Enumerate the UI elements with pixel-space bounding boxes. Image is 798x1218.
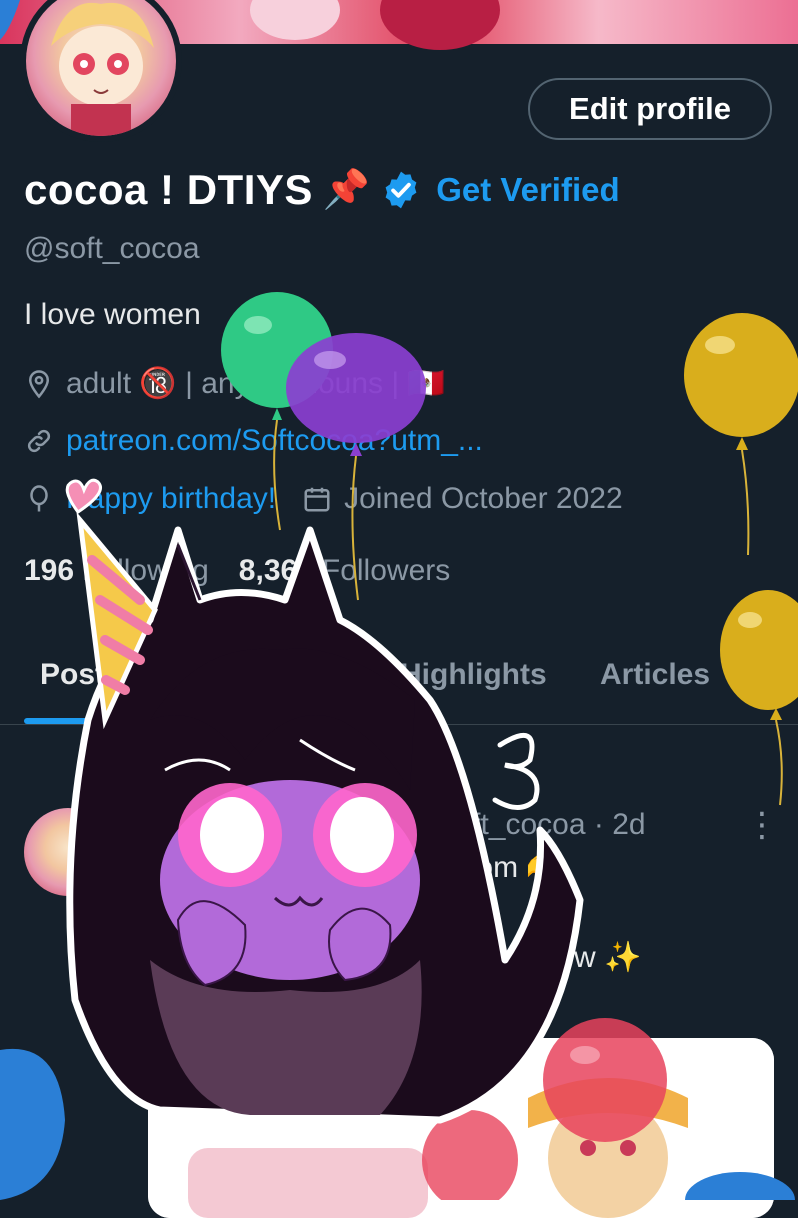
followers-label: Followers <box>321 554 451 587</box>
profile-bio: I love women <box>24 298 201 331</box>
banner-art-2 <box>250 0 340 40</box>
birthday-link[interactable]: Happy birthday! <box>66 482 276 516</box>
joined-date: Joined October 2022 <box>344 482 623 515</box>
profile-avatar[interactable] <box>20 0 182 142</box>
post-author-avatar[interactable] <box>24 808 112 896</box>
profile-website: patreon.com/Softcocoa?utm_... <box>24 424 483 458</box>
avatar-image <box>26 0 176 136</box>
follow-stats: 196 Following 8,365 Followers <box>24 554 450 588</box>
profile-location: adult 🔞 | any pronouns | 🇲🇽 <box>24 366 445 401</box>
following-label: Following <box>82 554 209 587</box>
profile-tabs: Posts Highlights Articles <box>0 640 798 725</box>
pushpin-emoji: 📌 <box>322 169 371 211</box>
profile-name-row: cocoa ! DTIYS 📌 Get Verified <box>24 166 620 214</box>
profile-birthday-joined: Happy birthday! Joined October 2022 <box>24 482 623 516</box>
profile-handle: @soft_cocoa <box>24 232 200 265</box>
followers-count: 8,365 <box>238 554 314 587</box>
calendar-icon <box>304 487 330 512</box>
blue-balloon-left <box>0 1048 65 1200</box>
display-name: cocoa ! DTIYS <box>24 166 313 213</box>
verified-badge-icon[interactable] <box>380 169 422 211</box>
get-verified-link[interactable]: Get Verified <box>436 171 619 209</box>
balloon-icon <box>30 485 48 512</box>
active-tab-indicator <box>24 718 94 724</box>
followers-link[interactable]: 8,365 Followers <box>239 554 450 588</box>
yellow-balloon-1 <box>684 313 798 437</box>
post-text-line-2: w ✨ <box>574 941 642 974</box>
tab-articles[interactable]: Articles <box>600 658 710 692</box>
post-media-image[interactable] <box>148 1038 774 1218</box>
location-text: adult 🔞 | any pronouns | 🇲🇽 <box>66 367 445 400</box>
banner-art <box>380 0 500 50</box>
tab-posts[interactable]: Posts <box>40 658 122 692</box>
following-count: 196 <box>24 554 75 587</box>
link-icon <box>27 429 51 453</box>
post-text-line-1: her hom 🫶 <box>408 851 564 884</box>
more-vertical-icon[interactable]: ⋮ <box>745 808 779 842</box>
website-link[interactable]: patreon.com/Softcocoa?utm_... <box>66 424 483 458</box>
tab-highlights[interactable]: Highlights <box>400 658 547 692</box>
location-pin-icon <box>28 369 50 398</box>
following-link[interactable]: 196 Following <box>24 554 209 588</box>
edit-profile-button[interactable]: Edit profile <box>528 78 772 140</box>
post-author-meta[interactable]: @soft_cocoa · 2d <box>410 808 646 842</box>
